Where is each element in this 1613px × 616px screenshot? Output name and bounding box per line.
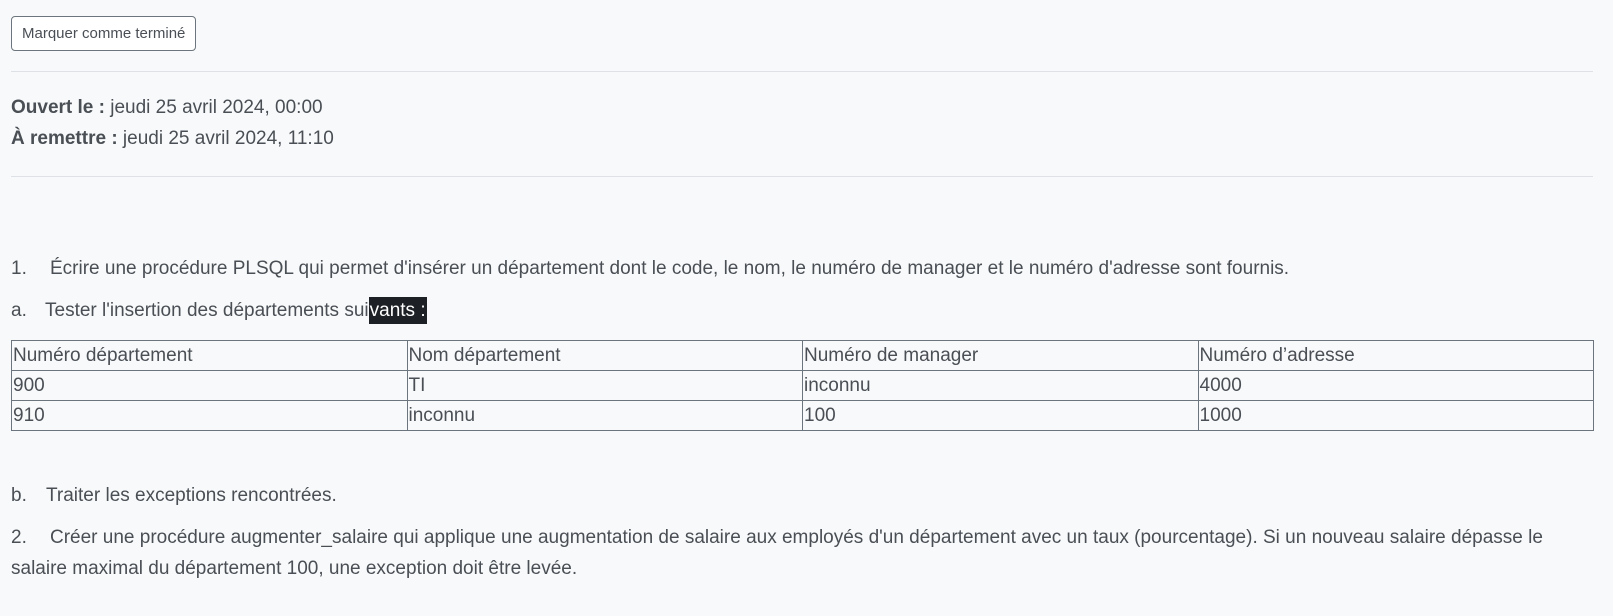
opened-value: jeudi 25 avril 2024, 00:00 (104, 97, 323, 118)
due-label: À remettre : (11, 128, 118, 149)
assignment-page: Marquer comme terminé Ouvert le : jeudi … (0, 0, 1613, 616)
question-1b-number: b. (11, 485, 27, 506)
opened-label: Ouvert le : (11, 97, 105, 118)
table-header-cell: Numéro de manager (802, 340, 1199, 371)
divider-bottom (11, 176, 1593, 177)
table-cell: inconnu (802, 370, 1199, 401)
question-1b-text: Traiter les exceptions rencontrées. (46, 485, 337, 506)
table-cell: 1000 (1197, 400, 1594, 431)
table-cell: 900 (11, 370, 408, 401)
question-1: 1. Écrire une procédure PLSQL qui permet … (11, 253, 1289, 284)
assignment-dates: Ouvert le : jeudi 25 avril 2024, 00:00 À… (11, 92, 334, 154)
table-cell: TI (406, 370, 803, 401)
question-1-text: Écrire une procédure PLSQL qui permet d'… (50, 258, 1290, 279)
table-row: 900 TI inconnu 4000 (11, 370, 1594, 401)
table-header-cell: Numéro d’adresse (1197, 340, 1594, 371)
due-value: jeudi 25 avril 2024, 11:10 (117, 128, 334, 149)
table-cell: 100 (802, 400, 1199, 431)
table-cell: inconnu (406, 400, 803, 431)
mark-as-done-button[interactable]: Marquer comme terminé (11, 16, 197, 51)
question-2-text: Créer une procédure augmenter_salaire qu… (11, 527, 1543, 579)
table-cell: 910 (11, 400, 408, 431)
question-1a-text: Tester l'insertion des départements sui (45, 300, 369, 321)
question-1a: a. Tester l'insertion des départements su… (11, 295, 427, 326)
question-1-number: 1. (11, 258, 27, 279)
question-2: 2. Créer une procédure augmenter_salaire … (11, 522, 1596, 584)
question-2-number: 2. (11, 527, 27, 548)
table-header-row: Numéro département Nom département Numér… (11, 340, 1594, 371)
selected-text: vants : (368, 297, 427, 324)
table-header-cell: Numéro département (11, 340, 408, 371)
divider-top (11, 71, 1593, 72)
table-cell: 4000 (1197, 370, 1594, 401)
question-1b: b. Traiter les exceptions rencontrées. (11, 480, 337, 511)
question-1a-number: a. (11, 300, 27, 321)
table-row: 910 inconnu 100 1000 (11, 400, 1594, 431)
table-header-cell: Nom département (406, 340, 803, 371)
opened-date-line: Ouvert le : jeudi 25 avril 2024, 00:00 (11, 92, 334, 123)
due-date-line: À remettre : jeudi 25 avril 2024, 11:10 (11, 123, 334, 154)
departments-table: Numéro département Nom département Numér… (11, 340, 1594, 431)
